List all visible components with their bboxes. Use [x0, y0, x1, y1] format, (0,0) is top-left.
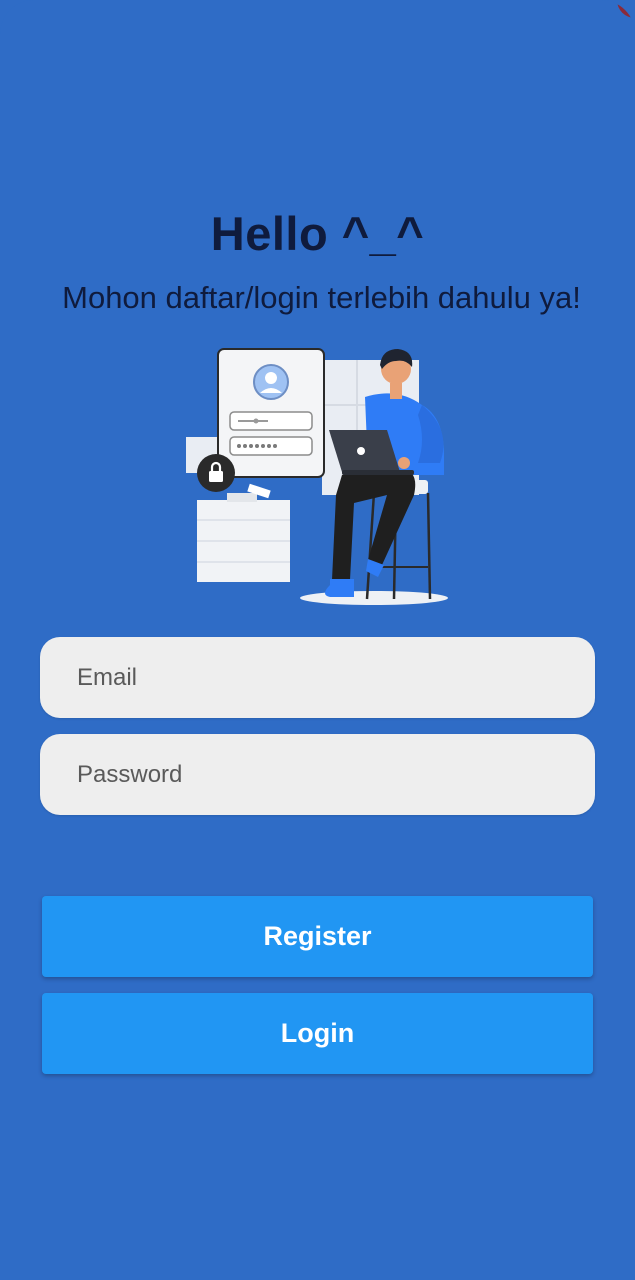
email-field[interactable]	[40, 637, 595, 718]
password-input[interactable]	[75, 759, 560, 790]
login-illustration	[186, 348, 448, 605]
login-button[interactable]: Login	[42, 993, 593, 1074]
page-title: Hello ^_^	[210, 207, 425, 260]
page-subtitle: Mohon daftar/login terlebih dahulu ya!	[62, 280, 581, 315]
login-screen: Hello ^_^ Mohon daftar/login terlebih da…	[0, 0, 635, 1280]
corner-accent	[617, 0, 635, 18]
floor-shadow	[300, 591, 448, 605]
register-button[interactable]: Register	[42, 896, 593, 977]
email-input[interactable]	[75, 662, 560, 693]
password-field[interactable]	[40, 734, 595, 815]
